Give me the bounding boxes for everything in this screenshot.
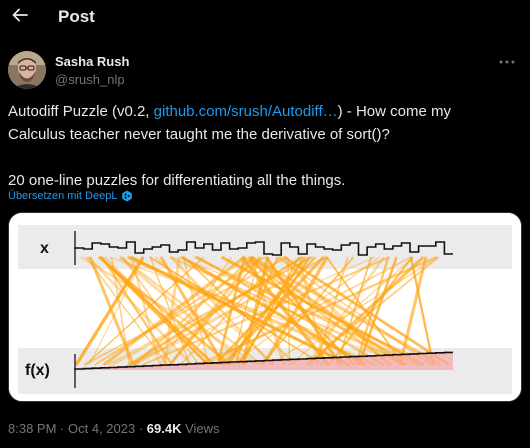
meta-separator: ·	[135, 421, 147, 436]
fx-label: f(x)	[25, 362, 50, 379]
tweet-text-part: Autodiff Puzzle (v0.2,	[8, 103, 154, 120]
tweet-line-1: Autodiff Puzzle (v0.2, github.com/srush/…	[8, 100, 518, 123]
tweet-text: Autodiff Puzzle (v0.2, github.com/srush/…	[8, 100, 518, 192]
tweet-line-gap	[8, 146, 518, 169]
post-metadata: 8:38 PM · Oct 4, 2023 · 69.4K Views	[8, 421, 220, 436]
meta-separator: ·	[56, 421, 68, 436]
author-name[interactable]: Sasha Rush	[55, 54, 129, 69]
more-dots	[499, 60, 515, 64]
page-title: Post	[58, 7, 95, 26]
github-link[interactable]: github.com/srush/Autodiff…	[154, 103, 338, 120]
sort-diagram: x f(x)	[9, 213, 521, 401]
views-count: 69.4K	[146, 421, 182, 436]
author-handle[interactable]: @srush_nlp	[55, 72, 125, 87]
avatar-photo	[8, 51, 46, 89]
media-image[interactable]: x f(x)	[8, 212, 522, 402]
x-label: x	[40, 240, 49, 257]
tweet-text-part: ) - How come my	[337, 103, 451, 120]
more-horizontal-icon[interactable]	[496, 52, 518, 68]
tweet-line-2: Calculus teacher never taught me the der…	[8, 126, 390, 143]
post-date[interactable]: Oct 4, 2023	[68, 421, 135, 436]
back-arrow-icon[interactable]	[8, 5, 32, 29]
views-label: Views	[181, 421, 220, 436]
top-bar: Post	[0, 0, 530, 36]
translate-link[interactable]: Übersetzen mit DeepL	[8, 190, 133, 202]
translate-label: Übersetzen mit DeepL	[8, 190, 118, 202]
deepl-icon	[122, 190, 133, 202]
arrow-left-icon	[12, 8, 28, 22]
avatar[interactable]	[8, 51, 46, 89]
tweet-line-3: 20 one-line puzzles for differentiating …	[8, 172, 346, 189]
post-time[interactable]: 8:38 PM	[8, 421, 56, 436]
